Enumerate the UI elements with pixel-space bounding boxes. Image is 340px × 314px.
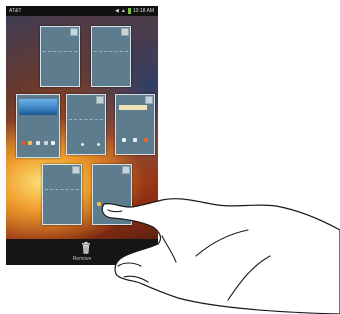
home-pane-7-dragging[interactable] xyxy=(92,164,132,225)
app-icon xyxy=(144,138,149,142)
app-icon xyxy=(97,202,101,206)
home-pane-5[interactable] xyxy=(115,94,155,155)
app-icons-row xyxy=(118,138,152,142)
home-pane-4[interactable] xyxy=(66,94,106,155)
plus-tab-icon[interactable] xyxy=(122,166,130,174)
plus-tab-icon[interactable] xyxy=(121,28,129,36)
status-icons: ◀ ▲ 10:18 AM xyxy=(115,6,154,16)
app-icon xyxy=(97,143,100,146)
trash-icon xyxy=(82,242,90,254)
home-pane-2[interactable] xyxy=(91,26,131,87)
home-pane-1[interactable] xyxy=(40,26,80,87)
home-pane-3[interactable] xyxy=(16,94,60,158)
carrier-label: AT&T xyxy=(9,8,22,14)
remove-label: Remove xyxy=(72,256,92,262)
app-icon xyxy=(28,141,33,145)
clock: 10:18 AM xyxy=(132,8,154,14)
mute-icon: ◀ xyxy=(115,8,119,14)
plus-tab-icon[interactable] xyxy=(96,96,104,104)
plus-tab-icon[interactable] xyxy=(72,166,80,174)
signal-icon: ▲ xyxy=(120,8,126,14)
app-icon xyxy=(132,138,137,142)
app-icon xyxy=(43,141,48,145)
status-bar: AT&T ◀ ▲ 10:18 AM xyxy=(6,6,158,16)
home-pane-6[interactable] xyxy=(42,164,82,225)
app-icon xyxy=(81,143,84,146)
battery-icon xyxy=(127,8,131,14)
widget-thumbnail xyxy=(119,105,147,110)
app-icon xyxy=(35,141,40,145)
plus-tab-icon[interactable] xyxy=(70,28,78,36)
phone-screen: AT&T ◀ ▲ 10:18 AM Remove xyxy=(6,6,158,265)
plus-tab-icon[interactable] xyxy=(145,96,153,104)
remove-bar[interactable]: Remove xyxy=(6,239,158,265)
app-icon xyxy=(51,141,56,145)
wallpaper-thumbnail xyxy=(19,99,57,115)
app-icons-row xyxy=(19,141,57,145)
app-icon xyxy=(121,138,126,142)
app-icon xyxy=(20,141,25,145)
